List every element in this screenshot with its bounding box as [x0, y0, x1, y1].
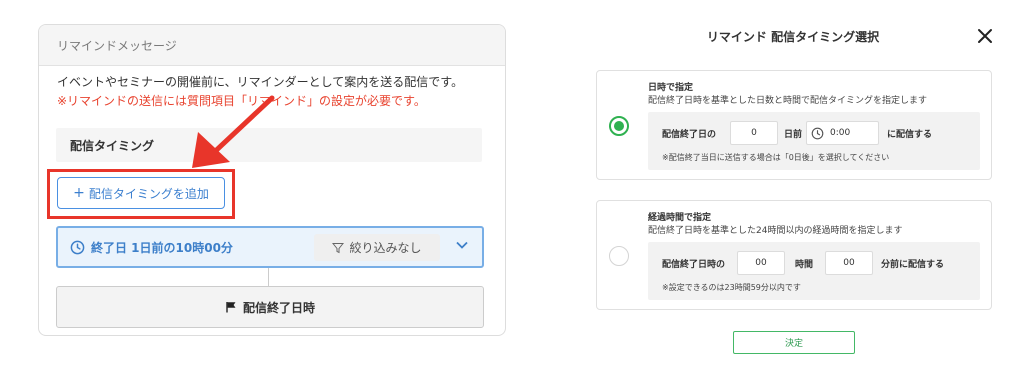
radio-elapsed[interactable] [609, 246, 629, 266]
chevron-down-icon[interactable] [456, 241, 468, 249]
option-note: ※配信終了当日に送信する場合は「0日後」を選択してください [662, 153, 890, 162]
days-input[interactable]: 0 [730, 121, 779, 145]
days-unit: 日前 [784, 129, 803, 140]
filter-icon [332, 242, 345, 253]
option-note: ※設定できるのは23時間59分以内です [662, 283, 801, 292]
option-datetime[interactable]: 日時で指定 配信終了日時を基準とした日数と時間で配信タイミングを指定します 配信… [596, 70, 992, 180]
option-row: 配信終了日の 0 日前 0:00 に配信する [662, 121, 932, 145]
filter-chip-label: 絞り込みなし [349, 241, 422, 255]
timing-item-label: 終了日 1日前の10時00分 [91, 240, 233, 255]
time-input[interactable]: 0:00 [806, 121, 880, 145]
option-settings: 配信終了日の 0 日前 0:00 に配信する ※配信終了当日に送信する場合は「0… [648, 112, 980, 170]
minutes-input[interactable]: 00 [825, 251, 874, 275]
description-text: イベントやセミナーの開催前に、リマインダーとして案内を送る配信です。 [57, 75, 464, 89]
timing-item[interactable]: 終了日 1日前の10時00分 絞り込みなし [56, 226, 484, 268]
close-icon[interactable] [976, 27, 994, 45]
hours-input[interactable]: 00 [737, 251, 786, 275]
plus-icon: + [73, 185, 85, 201]
add-timing-label: 配信タイミングを追加 [88, 186, 209, 201]
filter-chip[interactable]: 絞り込みなし [314, 234, 440, 261]
clock-icon [811, 127, 824, 139]
option-elapsed[interactable]: 経過時間で指定 配信終了日時を基準とした24時間以内の経過時間を指定します 配信… [596, 200, 992, 310]
reminder-message-card: リマインドメッセージ イベントやセミナーの開催前に、リマインダーとして案内を送る… [38, 24, 506, 336]
end-datetime-box: 配信終了日時 [56, 286, 484, 328]
connector-line [268, 268, 269, 286]
timing-section-title: 配信タイミング [70, 138, 155, 153]
decide-button[interactable]: 決定 [733, 331, 855, 354]
add-timing-button[interactable]: + 配信タイミングを追加 [57, 177, 225, 209]
row-prefix: 配信終了日の [662, 129, 717, 140]
option-row: 配信終了日時の 00 時間 00 分前に配信する [662, 251, 944, 275]
card-header-title: リマインドメッセージ [57, 38, 177, 53]
option-description: 配信終了日時を基準とした日数と時間で配信タイミングを指定します [648, 96, 928, 106]
row-suffix: 分前に配信する [881, 259, 945, 270]
row-prefix: 配信終了日時の [662, 259, 726, 270]
time-value: 0:00 [830, 128, 851, 138]
option-settings: 配信終了日時の 00 時間 00 分前に配信する ※設定できるのは23時間59分… [648, 242, 980, 300]
flag-icon [226, 302, 236, 313]
end-datetime-label: 配信終了日時 [242, 300, 315, 315]
option-title: 日時で指定 [648, 83, 694, 93]
row-suffix: に配信する [887, 129, 933, 140]
option-title: 経過時間で指定 [648, 213, 712, 223]
hours-unit: 時間 [795, 259, 814, 270]
modal-title: リマインド 配信タイミング選択 [706, 30, 880, 44]
card-header: リマインドメッセージ [39, 25, 505, 66]
radio-datetime[interactable] [609, 116, 629, 136]
clock-icon [70, 240, 85, 254]
red-arrow-annotation [192, 95, 275, 168]
option-description: 配信終了日時を基準とした24時間以内の経過時間を指定します [648, 226, 903, 236]
